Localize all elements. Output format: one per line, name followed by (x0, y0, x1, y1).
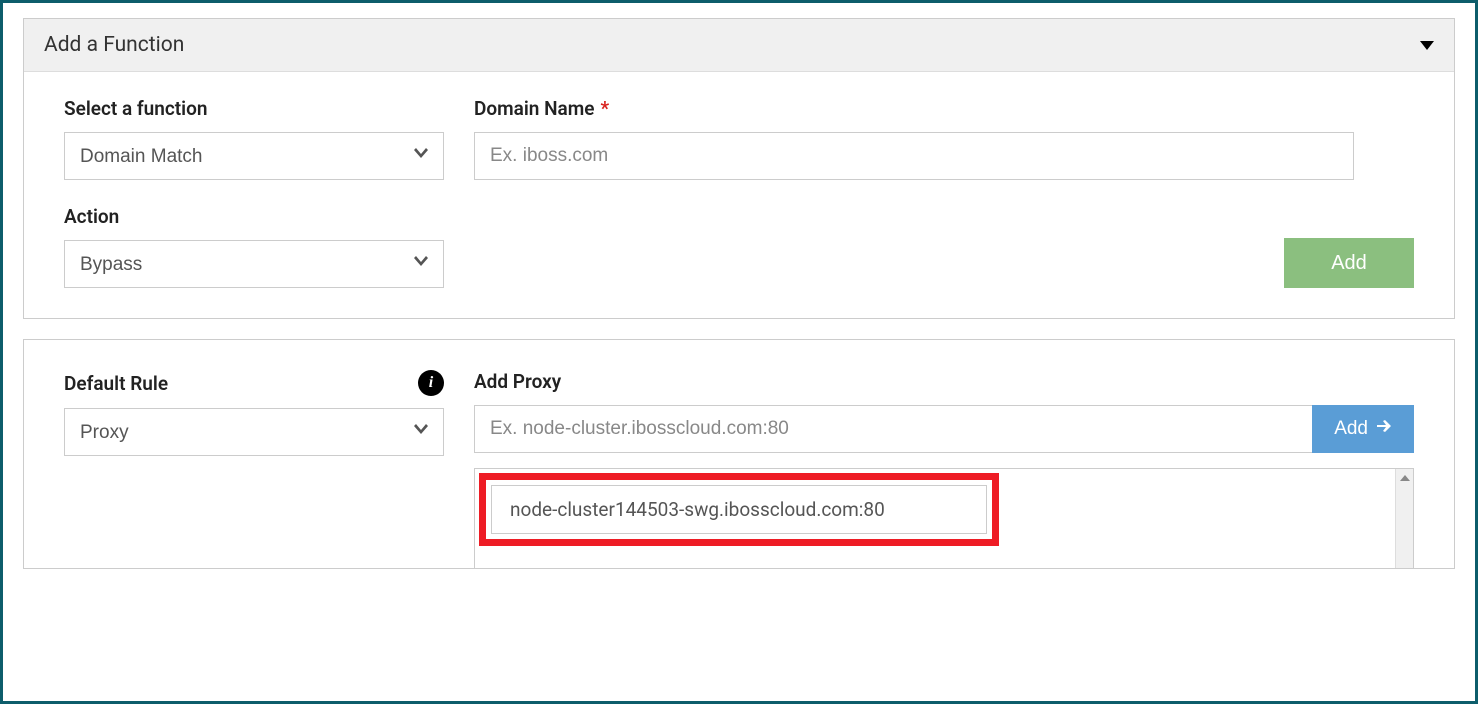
domain-name-label: Domain Name * (474, 97, 1354, 120)
action-group: Action Bypass (64, 205, 444, 288)
add-function-panel-header[interactable]: Add a Function (24, 19, 1454, 72)
required-indicator: * (601, 97, 610, 120)
add-function-button[interactable]: Add (1284, 238, 1414, 288)
action-dropdown[interactable]: Bypass (64, 240, 444, 288)
scroll-up-icon[interactable] (1396, 469, 1413, 487)
action-label: Action (64, 205, 444, 228)
domain-name-input[interactable] (474, 132, 1354, 180)
add-proxy-section: Add Proxy Add (474, 370, 1414, 568)
default-rule-panel: Default Rule i Proxy Add Proxy (23, 339, 1455, 569)
arrow-right-icon (1376, 418, 1392, 440)
add-proxy-input[interactable] (474, 405, 1312, 453)
proxy-list-item[interactable]: node-cluster144503-swg.ibosscloud.com:80 (491, 485, 987, 534)
proxy-list: node-cluster144503-swg.ibosscloud.com:80 (474, 468, 1414, 568)
add-proxy-label: Add Proxy (474, 370, 1414, 393)
select-function-dropdown[interactable]: Domain Match (64, 132, 444, 180)
main-frame: Add a Function Select a function Domain … (0, 0, 1478, 704)
default-rule-label: Default Rule (64, 372, 168, 395)
proxy-scrollbar[interactable] (1395, 469, 1413, 568)
collapse-caret-icon (1420, 41, 1434, 50)
add-function-panel-body: Select a function Domain Match Domain Na… (24, 72, 1454, 318)
default-rule-dropdown[interactable]: Proxy (64, 408, 444, 456)
info-icon[interactable]: i (418, 370, 444, 396)
domain-name-group: Domain Name * (474, 97, 1354, 180)
select-function-group: Select a function Domain Match (64, 97, 444, 180)
add-proxy-button[interactable]: Add (1312, 405, 1414, 453)
default-rule-group: Default Rule i Proxy (64, 370, 444, 456)
select-function-label: Select a function (64, 97, 444, 120)
highlighted-proxy-item: node-cluster144503-swg.ibosscloud.com:80 (479, 473, 999, 546)
panel-title: Add a Function (44, 33, 184, 57)
add-function-panel: Add a Function Select a function Domain … (23, 18, 1455, 319)
